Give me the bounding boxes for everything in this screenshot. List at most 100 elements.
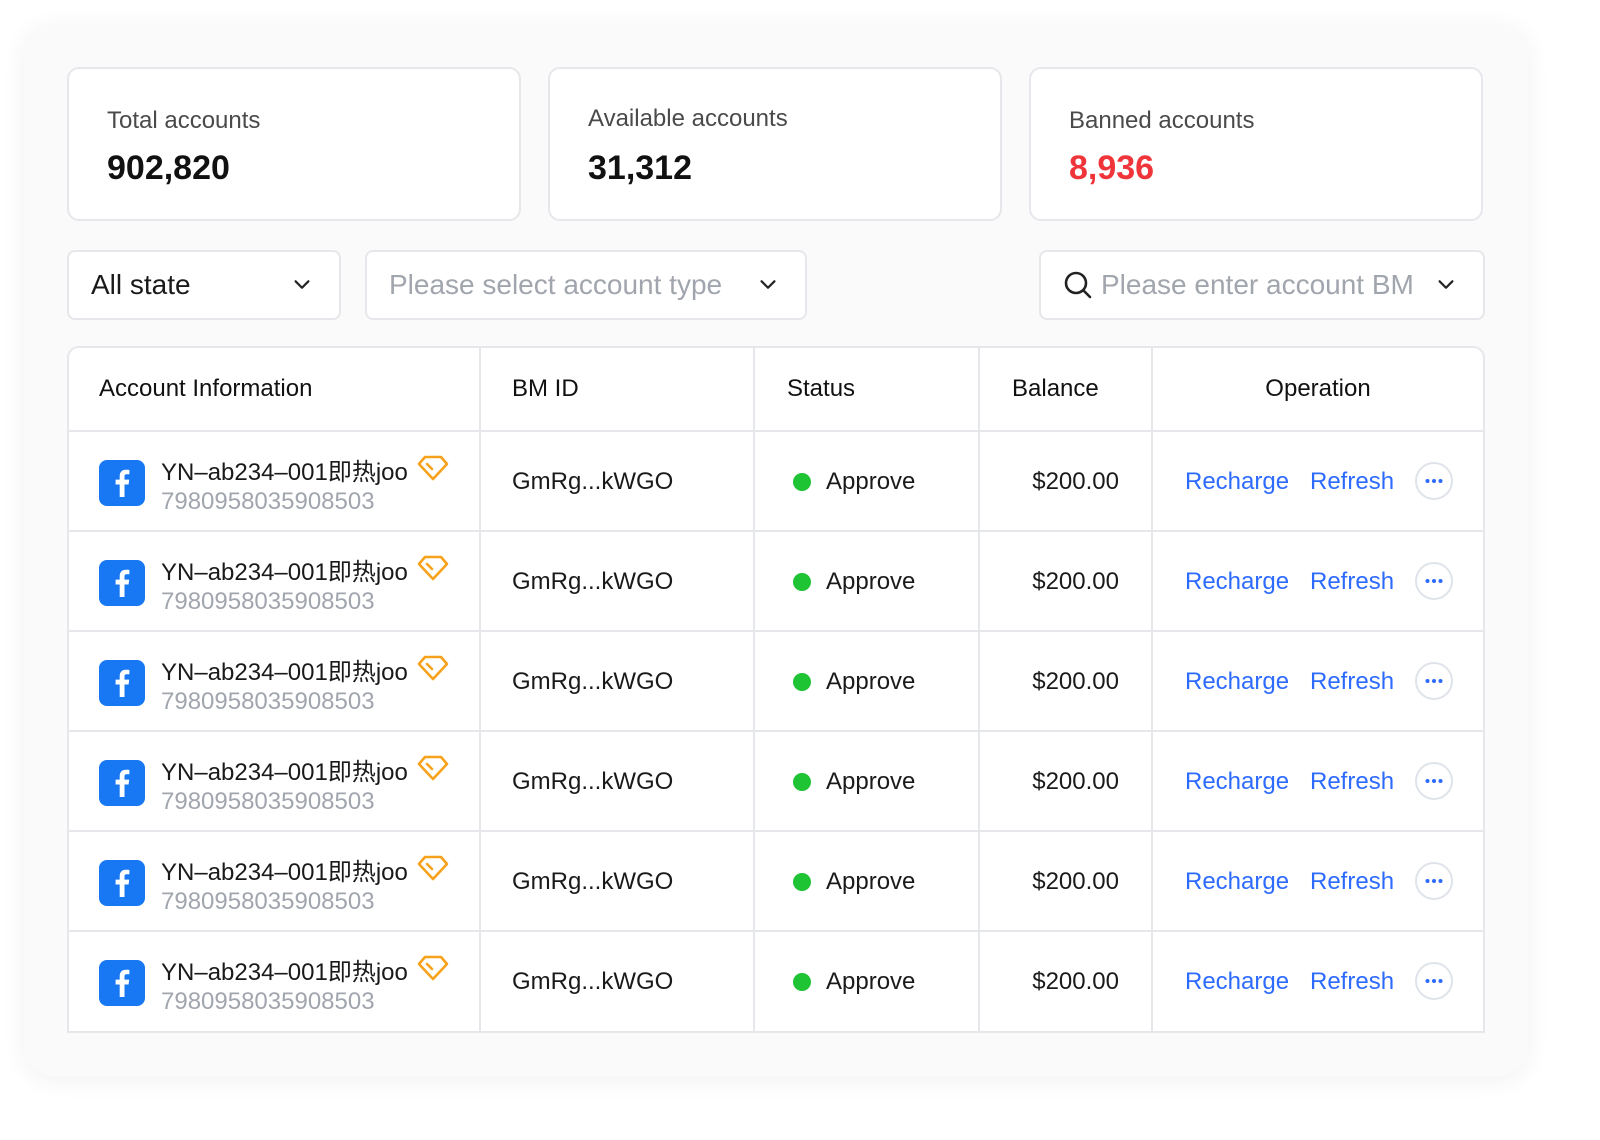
- status-dot: [793, 473, 811, 491]
- status-dot: [793, 573, 811, 591]
- ellipsis-icon: [1425, 779, 1443, 783]
- balance-value: $200.00: [1032, 868, 1119, 895]
- ellipsis-icon: [1425, 679, 1443, 683]
- chevron-down-icon: [1438, 280, 1454, 289]
- recharge-link[interactable]: Recharge: [1185, 832, 1289, 932]
- recharge-link[interactable]: Recharge: [1185, 632, 1289, 732]
- search-icon: [1064, 271, 1092, 299]
- account-name: YN–ab234–001即热joo: [161, 859, 408, 886]
- status-text: Approve: [826, 568, 916, 595]
- ellipsis-icon: [1425, 879, 1443, 883]
- header-account-information: Account Information: [99, 375, 313, 402]
- recharge-link[interactable]: Recharge: [1185, 732, 1289, 832]
- balance-value: $200.00: [1032, 668, 1119, 695]
- ellipsis-icon: [1425, 579, 1443, 583]
- ellipsis-icon: [1425, 979, 1443, 983]
- refresh-link[interactable]: Refresh: [1310, 432, 1394, 532]
- refresh-link[interactable]: Refresh: [1310, 832, 1394, 932]
- stat-value: 902,820: [107, 149, 230, 187]
- stat-card-available: Available accounts 31,312: [548, 67, 1002, 221]
- stat-value: 8,936: [1069, 149, 1155, 187]
- stat-value: 31,312: [588, 149, 692, 187]
- diamond-icon: [417, 954, 449, 982]
- stat-card-total: Total accounts 902,820: [67, 67, 521, 221]
- diamond-icon: [417, 554, 449, 582]
- header-bm-id: BM ID: [512, 375, 579, 402]
- recharge-link[interactable]: Recharge: [1185, 932, 1289, 1031]
- more-actions-button[interactable]: [1415, 662, 1453, 700]
- chevron-down-icon: [760, 280, 776, 289]
- chevron-down-icon: [294, 280, 310, 289]
- diamond-icon: [417, 654, 449, 682]
- status-text: Approve: [826, 968, 916, 995]
- account-name: YN–ab234–001即热joo: [161, 459, 408, 486]
- table-row: YN–ab234–001即热joo 7980958035908503 GmRg.…: [69, 632, 1483, 732]
- more-actions-button[interactable]: [1415, 962, 1453, 1000]
- bm-id-value: GmRg...kWGO: [512, 468, 674, 495]
- stat-label: Available accounts: [588, 105, 788, 132]
- accounts-panel: Total accounts 902,820 Available account…: [24, 24, 1528, 1076]
- account-id: 7980958035908503: [161, 788, 375, 815]
- account-name: YN–ab234–001即热joo: [161, 759, 408, 786]
- facebook-icon: [99, 760, 145, 806]
- status-dot: [793, 673, 811, 691]
- refresh-link[interactable]: Refresh: [1310, 632, 1394, 732]
- table-header: Account Information BM ID Status Balance…: [69, 348, 1483, 432]
- table-row: YN–ab234–001即热joo 7980958035908503 GmRg.…: [69, 832, 1483, 932]
- diamond-icon: [417, 454, 449, 482]
- status-text: Approve: [826, 668, 916, 695]
- account-id: 7980958035908503: [161, 588, 375, 615]
- ellipsis-icon: [1425, 479, 1443, 483]
- table-row: YN–ab234–001即热joo 7980958035908503 GmRg.…: [69, 732, 1483, 832]
- refresh-link[interactable]: Refresh: [1310, 732, 1394, 832]
- more-actions-button[interactable]: [1415, 462, 1453, 500]
- status-text: Approve: [826, 768, 916, 795]
- account-id: 7980958035908503: [161, 988, 375, 1015]
- state-select[interactable]: All state: [67, 250, 341, 320]
- stat-card-banned: Banned accounts 8,936: [1029, 67, 1483, 221]
- header-balance: Balance: [1012, 375, 1099, 402]
- balance-value: $200.00: [1032, 568, 1119, 595]
- state-select-value: All state: [91, 269, 191, 300]
- account-id: 7980958035908503: [161, 888, 375, 915]
- recharge-link[interactable]: Recharge: [1185, 532, 1289, 632]
- header-status: Status: [787, 375, 856, 402]
- account-id: 7980958035908503: [161, 688, 375, 715]
- refresh-link[interactable]: Refresh: [1310, 532, 1394, 632]
- balance-value: $200.00: [1032, 468, 1119, 495]
- refresh-link[interactable]: Refresh: [1310, 932, 1394, 1031]
- bm-id-value: GmRg...kWGO: [512, 668, 674, 695]
- facebook-icon: [99, 960, 145, 1006]
- account-type-select[interactable]: Please select account type: [365, 250, 807, 320]
- diamond-icon: [417, 854, 449, 882]
- status-dot: [793, 973, 811, 991]
- balance-value: $200.00: [1032, 768, 1119, 795]
- accounts-table: Account Information BM ID Status Balance…: [67, 346, 1485, 1033]
- more-actions-button[interactable]: [1415, 762, 1453, 800]
- facebook-icon: [99, 660, 145, 706]
- recharge-link[interactable]: Recharge: [1185, 432, 1289, 532]
- more-actions-button[interactable]: [1415, 562, 1453, 600]
- facebook-icon: [99, 560, 145, 606]
- account-name: YN–ab234–001即热joo: [161, 659, 408, 686]
- stat-label: Banned accounts: [1069, 107, 1255, 134]
- table-row: YN–ab234–001即热joo 7980958035908503 GmRg.…: [69, 432, 1483, 532]
- table-row: YN–ab234–001即热joo 7980958035908503 GmRg.…: [69, 932, 1483, 1031]
- account-name: YN–ab234–001即热joo: [161, 959, 408, 986]
- diamond-icon: [417, 754, 449, 782]
- status-dot: [793, 873, 811, 891]
- status-dot: [793, 773, 811, 791]
- status-text: Approve: [826, 468, 916, 495]
- table-row: YN–ab234–001即热joo 7980958035908503 GmRg.…: [69, 532, 1483, 632]
- bm-search-input[interactable]: Please enter account BM: [1039, 250, 1485, 320]
- account-type-placeholder: Please select account type: [389, 269, 723, 300]
- bm-id-value: GmRg...kWGO: [512, 768, 674, 795]
- bm-id-value: GmRg...kWGO: [512, 868, 674, 895]
- balance-value: $200.00: [1032, 968, 1119, 995]
- bm-id-value: GmRg...kWGO: [512, 968, 674, 995]
- more-actions-button[interactable]: [1415, 862, 1453, 900]
- facebook-icon: [99, 460, 145, 506]
- status-text: Approve: [826, 868, 916, 895]
- bm-id-value: GmRg...kWGO: [512, 568, 674, 595]
- account-id: 7980958035908503: [161, 488, 375, 515]
